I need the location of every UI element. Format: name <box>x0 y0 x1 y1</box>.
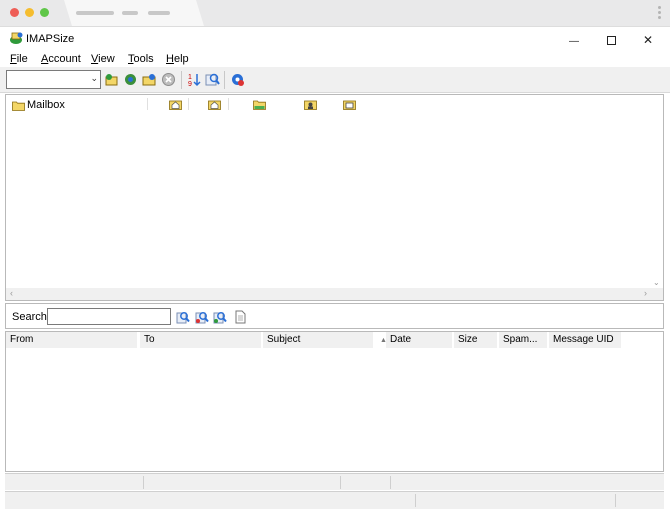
column-header-date[interactable]: Date <box>386 332 452 348</box>
home-icon <box>169 100 182 110</box>
column-header-size[interactable]: Size <box>454 332 497 348</box>
inbox-icon <box>343 100 356 110</box>
menu-label: ccount <box>48 53 81 65</box>
account-combo[interactable]: ⌄ <box>6 70 101 89</box>
document-icon[interactable] <box>233 310 247 324</box>
maximize-button[interactable] <box>592 27 630 51</box>
column-header-message-uid[interactable]: Message UID <box>549 332 621 348</box>
search-label: Search <box>12 311 47 323</box>
minimize-traffic-light[interactable] <box>25 8 34 17</box>
status-divider <box>340 476 341 489</box>
status-bar-primary <box>5 473 664 490</box>
connect-icon[interactable] <box>104 72 119 87</box>
status-bar-secondary <box>5 491 664 509</box>
toolbar: ⌄ 1 9 <box>0 67 670 93</box>
tab-placeholder-line <box>148 11 170 15</box>
search-bar: Search <box>5 303 664 329</box>
tree-horizontal-scrollbar[interactable]: ‹ › <box>6 288 663 300</box>
tree-item-label: Mailbox <box>27 99 65 111</box>
column-divider <box>228 98 229 110</box>
more-options-icon[interactable] <box>658 6 662 21</box>
menu-label: iew <box>98 53 115 65</box>
tab-placeholder-line <box>76 11 114 15</box>
svg-text:9: 9 <box>188 81 192 87</box>
search-input[interactable] <box>47 308 171 325</box>
status-divider <box>390 476 391 489</box>
minimize-button[interactable]: — <box>555 27 593 51</box>
column-header-subject[interactable]: Subject <box>263 332 373 348</box>
menu-file[interactable]: File <box>10 53 28 65</box>
close-button[interactable]: ✕ <box>629 27 667 51</box>
chevron-right-icon[interactable]: › <box>644 288 647 298</box>
menu-label: elp <box>173 53 189 65</box>
column-divider <box>188 98 189 110</box>
chevron-down-icon[interactable]: ⌄ <box>653 278 660 287</box>
svg-text:1: 1 <box>188 74 192 81</box>
browser-chrome <box>0 0 670 26</box>
menu-mnemonic: F <box>10 53 17 65</box>
search-subject-icon[interactable] <box>213 310 227 324</box>
title-bar: IMAPSize — ✕ <box>0 27 670 51</box>
home-icon <box>208 100 221 110</box>
column-divider <box>147 98 148 110</box>
toolbar-separator <box>181 71 182 89</box>
column-header-to[interactable]: To <box>140 332 261 348</box>
menu-mnemonic: H <box>166 53 174 65</box>
status-divider <box>415 494 416 507</box>
menu-bar: File Account View Tools Help <box>0 51 670 67</box>
maximize-icon <box>606 35 616 45</box>
user-icon <box>304 100 317 110</box>
search-from-icon[interactable] <box>176 310 190 324</box>
status-divider <box>143 476 144 489</box>
column-header-spam[interactable]: Spam... <box>499 332 547 348</box>
sort-icon[interactable]: 1 9 <box>187 72 202 87</box>
chevron-down-icon[interactable]: ⌄ <box>90 73 98 84</box>
close-traffic-light[interactable] <box>10 8 19 17</box>
folder-open-icon[interactable] <box>142 72 157 87</box>
browser-tab[interactable] <box>64 0 204 26</box>
settings-gear-icon[interactable] <box>230 72 245 87</box>
toolbar-separator <box>224 71 225 89</box>
menu-account[interactable]: Account <box>41 53 81 65</box>
menu-label: ile <box>16 53 28 65</box>
menu-tools[interactable]: Tools <box>128 53 154 65</box>
menu-label: ools <box>133 53 154 65</box>
status-divider <box>615 494 616 507</box>
column-header-from[interactable]: From <box>6 332 137 348</box>
window-title: IMAPSize <box>26 33 75 45</box>
message-list[interactable]: From To Subject ▲ Date Size Spam... Mess… <box>5 331 664 472</box>
app-window: IMAPSize — ✕ File Account View Tools Hel… <box>0 26 670 512</box>
tab-placeholder-line <box>122 11 138 15</box>
search-tool-icon[interactable] <box>205 72 220 87</box>
search-to-icon[interactable] <box>195 310 209 324</box>
mailbox-tree-pane[interactable]: Mailbox ⌄ ‹ › <box>5 94 664 301</box>
refresh-icon[interactable] <box>123 72 138 87</box>
folder-icon <box>253 100 266 110</box>
menu-help[interactable]: Help <box>166 53 189 65</box>
menu-view[interactable]: View <box>91 53 115 65</box>
zoom-traffic-light[interactable] <box>40 8 49 17</box>
minimize-icon: — <box>569 36 579 47</box>
stop-icon[interactable] <box>161 72 176 87</box>
tree-vertical-scrollbar[interactable]: ⌄ <box>651 95 663 289</box>
close-icon: ✕ <box>642 33 654 47</box>
app-logo-icon <box>10 32 23 44</box>
folder-icon <box>12 101 25 111</box>
chevron-left-icon[interactable]: ‹ <box>10 288 13 298</box>
